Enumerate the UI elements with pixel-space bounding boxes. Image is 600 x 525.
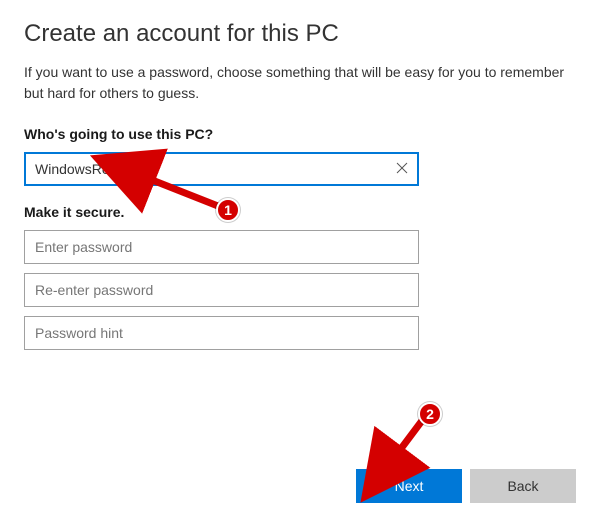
username-input[interactable] (24, 152, 419, 186)
annotation-badge-2: 2 (418, 402, 442, 426)
password-section-label: Make it secure. (24, 204, 576, 220)
close-icon (396, 161, 408, 177)
page-subtitle: If you want to use a password, choose so… (24, 62, 576, 104)
next-button[interactable]: Next (356, 469, 462, 503)
password-input[interactable] (24, 230, 419, 264)
password-hint-input[interactable] (24, 316, 419, 350)
back-button[interactable]: Back (470, 469, 576, 503)
reenter-password-input[interactable] (24, 273, 419, 307)
page-title: Create an account for this PC (24, 20, 576, 48)
clear-username-button[interactable] (387, 154, 417, 184)
username-section-label: Who's going to use this PC? (24, 126, 576, 142)
